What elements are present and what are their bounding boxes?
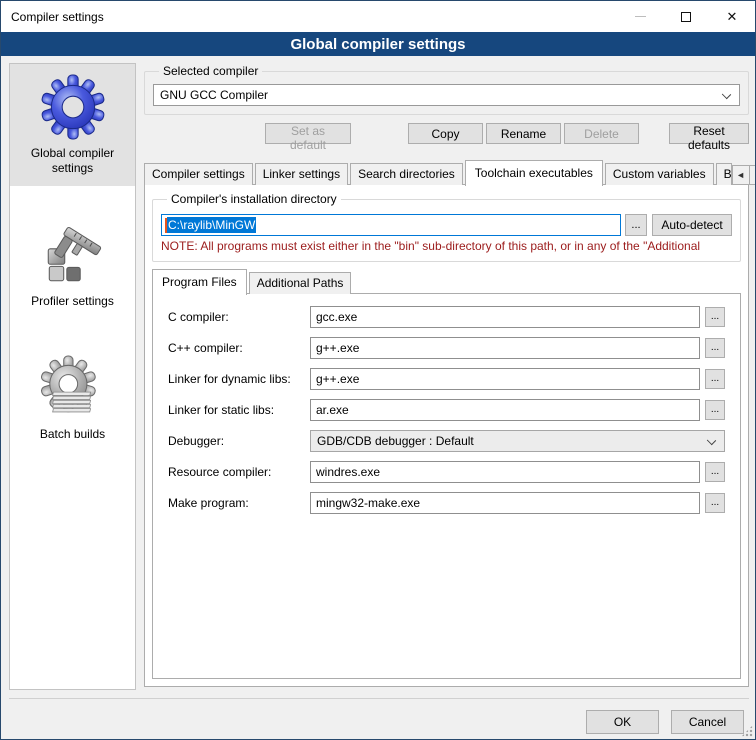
auto-detect-button[interactable]: Auto-detect: [652, 214, 732, 236]
sidebar-item-global-compiler-settings[interactable]: Global compiler settings: [10, 64, 135, 186]
page-title: Global compiler settings: [290, 36, 465, 53]
set-as-default-button[interactable]: Set as default: [265, 123, 351, 144]
compiler-tabs: Compiler settings Linker settings Search…: [144, 161, 749, 185]
make-program-browse-button[interactable]: ...: [705, 493, 725, 513]
chevron-down-icon: [722, 90, 731, 99]
make-program-row: Make program: ...: [168, 492, 725, 514]
selected-compiler-group: Selected compiler GNU GCC Compiler: [144, 64, 749, 115]
cpp-compiler-label: C++ compiler:: [168, 341, 310, 355]
maximize-button[interactable]: [663, 1, 709, 32]
main-panel: Selected compiler GNU GCC Compiler Set a…: [144, 59, 749, 688]
caliper-icon: [40, 222, 106, 288]
static-linker-label: Linker for static libs:: [168, 403, 310, 417]
rename-button[interactable]: Rename: [486, 123, 561, 144]
maximize-icon: [681, 12, 691, 22]
delete-button[interactable]: Delete: [564, 123, 639, 144]
static-linker-row: Linker for static libs: ...: [168, 399, 725, 421]
browse-directory-button[interactable]: ...: [625, 214, 647, 236]
compiler-select[interactable]: GNU GCC Compiler: [153, 84, 740, 106]
titlebar[interactable]: Compiler settings ✕: [1, 1, 755, 32]
tab-scroll-left-icon[interactable]: ◄: [733, 166, 750, 184]
sidebar-item-label: Global compiler settings: [14, 146, 131, 176]
debugger-row: Debugger: GDB/CDB debugger : Default: [168, 430, 725, 452]
subtab-program-files[interactable]: Program Files: [152, 269, 247, 295]
dynamic-linker-input[interactable]: [310, 368, 700, 390]
sidebar-item-label: Batch builds: [40, 427, 105, 442]
cpp-compiler-row: C++ compiler: ...: [168, 337, 725, 359]
program-files-page: C compiler: ... C++ compiler: ... Linker…: [152, 293, 741, 679]
ok-button[interactable]: OK: [586, 710, 659, 734]
debugger-label: Debugger:: [168, 434, 310, 448]
installation-directory-value: C:\raylib\MinGW: [167, 217, 256, 233]
dynamic-linker-row: Linker for dynamic libs: ...: [168, 368, 725, 390]
tab-custom-variables[interactable]: Custom variables: [605, 163, 714, 185]
footer-divider: [9, 698, 749, 699]
resource-compiler-label: Resource compiler:: [168, 465, 310, 479]
chevron-down-icon: [707, 436, 716, 445]
resource-compiler-browse-button[interactable]: ...: [705, 462, 725, 482]
static-linker-browse-button[interactable]: ...: [705, 400, 725, 420]
tab-scroll-right-icon[interactable]: ►: [750, 166, 756, 184]
tab-build-options[interactable]: Build options: [716, 163, 732, 185]
compiler-settings-dialog: Compiler settings ✕ Global compiler sett…: [0, 0, 756, 740]
blue-gear-icon: [40, 74, 106, 140]
tab-toolchain-executables[interactable]: Toolchain executables: [465, 160, 603, 186]
make-program-label: Make program:: [168, 496, 310, 510]
dialog-buttons: OK Cancel: [586, 710, 744, 734]
window-title: Compiler settings: [11, 10, 104, 24]
tab-linker-settings[interactable]: Linker settings: [255, 163, 348, 185]
toolchain-executables-page: Compiler's installation directory C:\ray…: [144, 184, 749, 687]
subtab-additional-paths[interactable]: Additional Paths: [249, 272, 352, 294]
debugger-select[interactable]: GDB/CDB debugger : Default: [310, 430, 725, 452]
compiler-actions: Set as default Copy Rename Delete Reset …: [144, 122, 749, 145]
installation-directory-input[interactable]: C:\raylib\MinGW: [161, 214, 621, 236]
c-compiler-input[interactable]: [310, 306, 700, 328]
c-compiler-browse-button[interactable]: ...: [705, 307, 725, 327]
settings-category-list: Global compiler settings: [9, 63, 136, 690]
compiler-select-value: GNU GCC Compiler: [160, 88, 268, 102]
page-header: Global compiler settings: [1, 32, 755, 56]
debugger-select-value: GDB/CDB debugger : Default: [317, 434, 474, 448]
installation-directory-group: Compiler's installation directory C:\ray…: [152, 192, 741, 262]
c-compiler-row: C compiler: ...: [168, 306, 725, 328]
sidebar-item-profiler-settings[interactable]: Profiler settings: [10, 212, 135, 319]
resource-compiler-input[interactable]: [310, 461, 700, 483]
c-compiler-label: C compiler:: [168, 310, 310, 324]
installation-note: NOTE: All programs must exist either in …: [161, 239, 732, 253]
dynamic-linker-browse-button[interactable]: ...: [705, 369, 725, 389]
close-icon: ✕: [727, 10, 738, 23]
gray-gear-stack-icon: [40, 355, 106, 421]
make-program-input[interactable]: [310, 492, 700, 514]
minimize-icon: [635, 16, 646, 17]
cpp-compiler-browse-button[interactable]: ...: [705, 338, 725, 358]
static-linker-input[interactable]: [310, 399, 700, 421]
close-button[interactable]: ✕: [709, 1, 755, 32]
cancel-button[interactable]: Cancel: [671, 710, 744, 734]
dynamic-linker-label: Linker for dynamic libs:: [168, 372, 310, 386]
installation-directory-legend: Compiler's installation directory: [167, 192, 341, 206]
selected-compiler-legend: Selected compiler: [159, 64, 262, 78]
sidebar-item-batch-builds[interactable]: Batch builds: [10, 345, 135, 452]
tab-compiler-settings[interactable]: Compiler settings: [144, 163, 253, 185]
program-subtabs: Program Files Additional Paths: [152, 271, 741, 294]
minimize-button[interactable]: [617, 1, 663, 32]
window-controls: ✕: [617, 1, 755, 32]
sidebar-item-label: Profiler settings: [31, 294, 114, 309]
cpp-compiler-input[interactable]: [310, 337, 700, 359]
tab-scroll-buttons: ◄ ►: [732, 165, 756, 185]
reset-defaults-button[interactable]: Reset defaults: [669, 123, 749, 144]
copy-button[interactable]: Copy: [408, 123, 483, 144]
tab-search-directories[interactable]: Search directories: [350, 163, 463, 185]
resource-compiler-row: Resource compiler: ...: [168, 461, 725, 483]
